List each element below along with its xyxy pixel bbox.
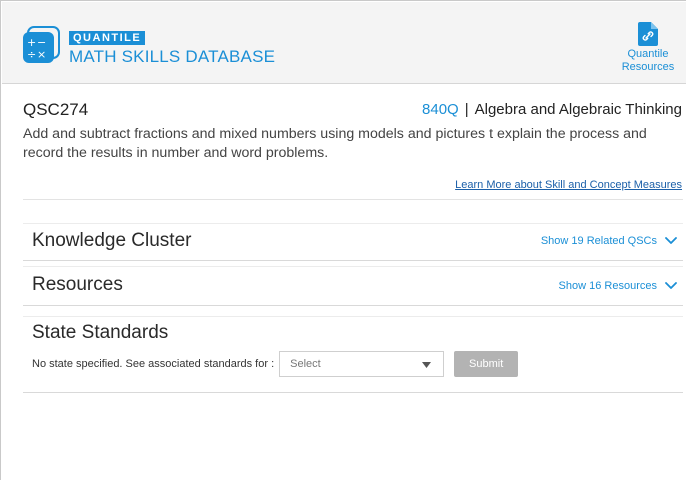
state-select[interactable]: Select — [279, 351, 445, 377]
skill-id: QSC274 — [23, 100, 89, 119]
quantile-measure-link[interactable]: 840Q — [422, 101, 459, 118]
knowledge-cluster-panel: Knowledge Cluster Show 19 Related QSCs — [23, 223, 683, 261]
submit-button[interactable]: Submit — [454, 351, 519, 377]
skill-meta: 840Q | Algebra and Algebraic Thinking — [422, 101, 682, 118]
show-resources-label: Show 16 Resources — [558, 280, 657, 292]
knowledge-cluster-title: Knowledge Cluster — [32, 230, 192, 251]
state-select-value: Select — [290, 358, 321, 370]
svg-text:÷: ÷ — [27, 48, 36, 61]
brand-tag: QUANTILE — [69, 31, 146, 45]
meta-separator: | — [464, 101, 469, 118]
resources-panel: Resources Show 16 Resources — [23, 266, 683, 306]
skill-description: Add and subtract fractions and mixed num… — [23, 126, 647, 161]
header: + − ÷ × QUANTILE MATH SKILLS DATABASE Qu… — [2, 2, 686, 84]
svg-text:×: × — [37, 48, 46, 61]
chevron-down-icon — [665, 282, 677, 289]
learn-more-link[interactable]: Learn More about Skill and Concept Measu… — [455, 179, 682, 191]
state-selector-row: No state specified. See associated stand… — [32, 351, 519, 377]
show-resources-toggle[interactable]: Show 16 Resources — [559, 280, 677, 292]
state-selector-label: No state specified. See associated stand… — [32, 358, 275, 370]
brand-title: MATH SKILLS DATABASE — [69, 47, 276, 66]
resources-title: Resources — [32, 274, 123, 295]
caret-down-icon — [422, 362, 432, 368]
chevron-down-icon — [665, 237, 677, 244]
math-operators-icon: + − ÷ × — [23, 26, 60, 63]
state-standards-panel: State Standards No state specified. See … — [23, 316, 683, 393]
quantile-resources-link[interactable]: Quantile Resources — [612, 22, 684, 80]
resources-label-line2: Resources — [621, 61, 675, 73]
document-link-icon — [638, 22, 658, 46]
section-divider — [23, 199, 683, 200]
state-standards-title: State Standards — [32, 322, 169, 343]
strand-label: Algebra and Algebraic Thinking — [474, 101, 682, 118]
show-related-qscs-toggle[interactable]: Show 19 Related QSCs — [541, 235, 677, 247]
app-frame: + − ÷ × QUANTILE MATH SKILLS DATABASE Qu… — [0, 0, 686, 480]
show-related-qscs-label: Show 19 Related QSCs — [540, 235, 657, 247]
resources-label-line1: Quantile — [627, 48, 669, 60]
